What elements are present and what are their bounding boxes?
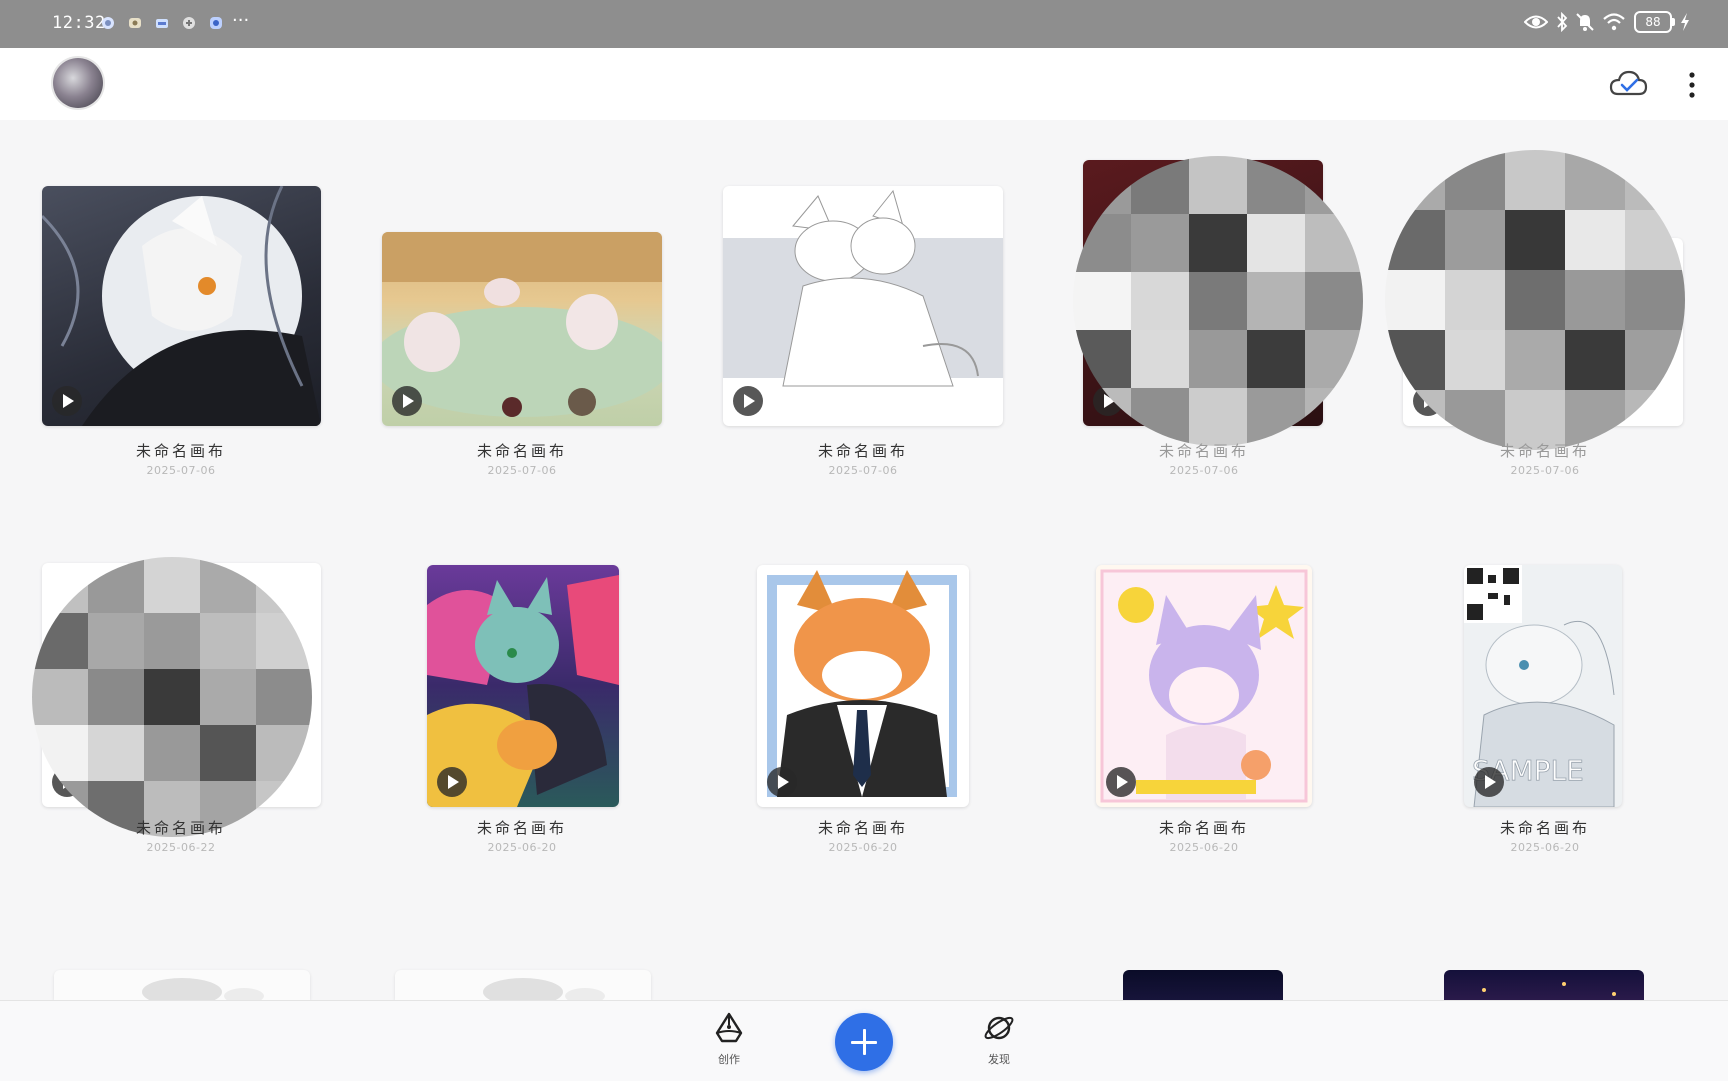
cloud-sync-icon: [1609, 70, 1648, 96]
artwork-card[interactable]: 未命名画布 2025-06-20: [693, 545, 1033, 875]
artwork-card[interactable]: 未命名画布 2025-06-22: [11, 545, 351, 875]
artwork-image: [1482, 982, 1616, 996]
artwork-thumbnail[interactable]: [54, 970, 310, 1000]
nav-discover-label: 发现: [988, 1053, 1010, 1066]
censor-mosaic: [1073, 156, 1363, 446]
artwork-thumbnail[interactable]: [395, 970, 651, 1000]
nav-create-label: 创作: [718, 1053, 740, 1066]
notif-app-2-icon: [127, 15, 143, 31]
artwork-image: [142, 978, 264, 1000]
artwork-date: 2025-06-20: [1169, 841, 1239, 854]
artwork-card[interactable]: 未命名画布 2025-07-06: [693, 140, 1033, 477]
artwork-card[interactable]: 未命名画布 2025-07-06: [1034, 140, 1374, 477]
artwork-date: 2025-07-06: [146, 464, 216, 477]
artwork-card[interactable]: 未命名画布 2025-07-06: [11, 140, 351, 477]
more-notifications: ···: [232, 10, 250, 31]
artwork-card[interactable]: 未命名画布 2025-06-20: [1034, 545, 1374, 875]
artwork-image: [483, 978, 605, 1000]
artwork-thumbnail[interactable]: [1444, 970, 1644, 1000]
artwork-name: 未命名画布: [817, 442, 908, 460]
artwork-image: [723, 189, 1003, 387]
eye-icon: [1524, 15, 1548, 29]
bottom-nav: 创作 发现: [0, 1000, 1728, 1081]
play-icon[interactable]: [767, 767, 797, 797]
artwork-name: 未命名画布: [1499, 442, 1590, 460]
app-header: [0, 48, 1728, 120]
artwork-grid: 未命名画布 2025-07-06 未命名画布 2025-07-06 未命名画布 …: [0, 120, 1728, 1000]
pen-icon: [715, 1012, 743, 1043]
artwork-thumbnail[interactable]: [1096, 565, 1312, 807]
artwork-image: [382, 232, 662, 417]
avatar[interactable]: [53, 58, 103, 108]
status-time: 12:32: [52, 13, 106, 33]
censor-mosaic: [1385, 150, 1685, 450]
artwork-date: 2025-06-20: [1510, 841, 1580, 854]
artwork-name: 未命名画布: [476, 819, 567, 837]
system-icons: 88: [1524, 11, 1690, 33]
artwork-date: 2025-06-20: [828, 841, 898, 854]
artwork-date: 2025-07-06: [828, 464, 898, 477]
artwork-name: 未命名画布: [1158, 442, 1249, 460]
artwork-thumbnail[interactable]: [427, 565, 619, 807]
status-bar: 12:32 ··· 88: [0, 0, 1728, 48]
artwork-name: 未命名画布: [135, 819, 226, 837]
cloud-sync-button[interactable]: [1608, 68, 1648, 100]
artwork-thumbnail[interactable]: [723, 186, 1003, 426]
artwork-thumbnail[interactable]: SAMPLE: [1464, 565, 1622, 807]
artwork-card[interactable]: 未命名画布 2025-06-20: [352, 545, 692, 875]
charging-icon: [1681, 13, 1689, 31]
artwork-name: 未命名画布: [1158, 819, 1249, 837]
more-vertical-icon: [1689, 72, 1695, 98]
artwork-name: 未命名画布: [476, 442, 567, 460]
add-button[interactable]: [835, 1013, 893, 1071]
artwork-date: 2025-07-06: [487, 464, 557, 477]
artwork-thumbnail[interactable]: [42, 186, 321, 426]
play-icon[interactable]: [437, 767, 467, 797]
artwork-image: [42, 186, 321, 426]
notif-app-3-icon: [154, 15, 170, 31]
artwork-card[interactable]: SAMPLE 未命名画布 2025-06-20: [1375, 545, 1715, 875]
artwork-date: 2025-07-06: [1169, 464, 1239, 477]
nav-discover[interactable]: 发现: [969, 1011, 1029, 1067]
artwork-card[interactable]: 未命名画布 2025-07-06: [1375, 140, 1715, 477]
play-icon[interactable]: [392, 386, 422, 416]
artwork-thumbnail[interactable]: [382, 232, 662, 426]
nav-create[interactable]: 创作: [699, 1011, 759, 1067]
artwork-name: 未命名画布: [135, 442, 226, 460]
notification-icons: [100, 15, 224, 31]
play-icon[interactable]: [1474, 767, 1504, 797]
play-icon[interactable]: [1106, 767, 1136, 797]
censor-mosaic: [32, 557, 312, 837]
mute-icon: [1576, 13, 1594, 31]
play-icon[interactable]: [52, 386, 82, 416]
play-icon[interactable]: [733, 386, 763, 416]
notif-app-1-icon: [100, 15, 116, 31]
artwork-card[interactable]: 未命名画布 2025-07-06: [352, 140, 692, 477]
notif-app-4-icon: [181, 15, 197, 31]
artwork-thumbnail[interactable]: [1123, 970, 1283, 1000]
artwork-name: 未命名画布: [1499, 819, 1590, 837]
artwork-name: 未命名画布: [817, 819, 908, 837]
artwork-date: 2025-06-22: [146, 841, 216, 854]
bluetooth-icon: [1557, 12, 1568, 32]
artwork-date: 2025-07-06: [1510, 464, 1580, 477]
artwork-date: 2025-06-20: [487, 841, 557, 854]
battery-icon: 88: [1634, 11, 1675, 33]
notif-app-5-icon: [208, 15, 224, 31]
more-menu-button[interactable]: [1682, 70, 1702, 100]
wifi-icon: [1603, 13, 1625, 31]
artwork-thumbnail[interactable]: [757, 565, 969, 807]
planet-icon: [984, 1016, 1014, 1040]
